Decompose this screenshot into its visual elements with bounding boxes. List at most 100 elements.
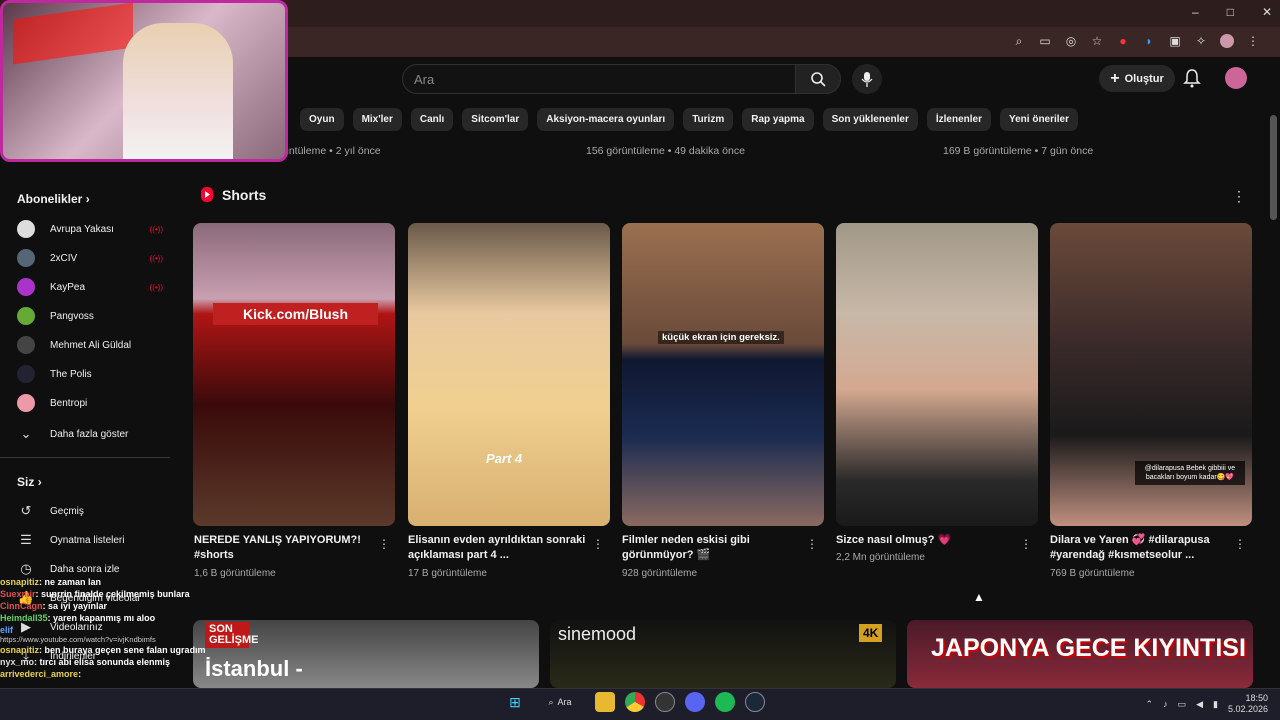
github-icon[interactable] (655, 692, 675, 712)
short-thumbnail[interactable]: Kick.com/Blush (193, 223, 395, 526)
channel-avatar (17, 336, 35, 354)
filter-chip[interactable]: Mix'ler (352, 108, 402, 131)
steam-icon[interactable] (745, 692, 765, 712)
you-heading[interactable]: Siz › (17, 475, 42, 489)
filter-chip[interactable]: Son yüklenenler (822, 108, 918, 131)
channel-brand-text: sinemood (558, 624, 637, 644)
extension-red-icon[interactable]: ● (1116, 34, 1130, 48)
discord-icon[interactable] (685, 692, 705, 712)
more-options-icon[interactable]: ⋮ (1020, 537, 1032, 551)
channel-avatar (17, 249, 35, 267)
chat-username: nyx_mo (0, 657, 35, 667)
short-title[interactable]: Dilara ve Yaren 💞 #dilarapusa #yarendağ … (1050, 533, 1230, 563)
short-title[interactable]: NEREDE YANLIŞ YAPIYORUM?! #shorts (194, 533, 374, 563)
close-button[interactable]: ✕ (1262, 5, 1272, 19)
voice-search-button[interactable] (852, 64, 882, 94)
more-options-icon[interactable]: ⋮ (806, 537, 818, 551)
short-thumbnail[interactable] (836, 223, 1038, 526)
create-button[interactable]: + Oluştur (1099, 65, 1175, 92)
battery-icon[interactable]: ▮ (1213, 699, 1218, 710)
filter-chip[interactable]: Sitcom'lar (462, 108, 529, 131)
short-title[interactable]: Sizce nasıl olmuş? 💗 (836, 533, 1016, 548)
maximize-button[interactable]: □ (1227, 5, 1234, 19)
system-tray: ⌃ ♪ ▭ ◀ ▮ 18:50 5.02.2026 (1146, 693, 1268, 715)
thumbnail-overlay-text: Part 4 (486, 451, 523, 466)
video-meta: üntüleme • 2 yıl önce (283, 145, 381, 157)
bell-icon (1183, 69, 1201, 88)
scrollbar[interactable] (1270, 115, 1277, 220)
subscription-item[interactable]: 2xCIV ((•)) (17, 248, 163, 268)
live-indicator-icon: ((•)) (149, 253, 163, 263)
eye-off-icon[interactable]: ◎ (1064, 34, 1078, 48)
subscription-item[interactable]: Bentropi (17, 393, 157, 413)
extensions-puzzle-icon[interactable]: ✧ (1194, 34, 1208, 48)
thumbnail-overlay-text: JAPONYA GECE KIYINTISI (931, 634, 1246, 662)
cast-icon[interactable]: ▭ (1038, 34, 1052, 48)
shorts-logo-icon (201, 187, 213, 202)
filter-chip[interactable]: Yeni öneriler (999, 108, 1079, 131)
chat-username: CinnCagn (0, 601, 43, 611)
microphone-icon (861, 71, 873, 87)
filter-chip[interactable]: Canlı (410, 108, 454, 131)
search-input[interactable]: Ara (414, 72, 434, 87)
you-item[interactable]: ↺ Geçmiş (17, 501, 157, 521)
search-box[interactable] (402, 64, 796, 94)
chat-text: : sa iyi yayınlar (42, 601, 108, 611)
chat-message: nyx_mo: tırcı abi elisa sonunda elenmiş (0, 656, 300, 668)
chevron-up-icon[interactable]: ⌃ (1146, 699, 1154, 710)
subscription-item[interactable]: Avrupa Yakası ((•)) (17, 219, 163, 239)
minimize-button[interactable]: – (1192, 5, 1199, 19)
filter-chip[interactable]: Oyun (300, 108, 344, 131)
short-title[interactable]: Filmler neden eskisi gibi görünmüyor? 🎬 (622, 533, 802, 563)
subscription-item[interactable]: KayPea ((•)) (17, 277, 163, 297)
filter-chip[interactable]: İzlenenler (926, 108, 991, 131)
show-more-button[interactable]: ⌄ Daha fazla göster (17, 424, 157, 444)
video-thumbnail[interactable]: JAPONYA GECE KIYINTISI (907, 620, 1253, 688)
channel-avatar (17, 278, 35, 296)
extension-audio-icon[interactable]: ◗ (1142, 34, 1156, 48)
search-icon (811, 72, 826, 87)
more-options-icon[interactable]: ⋮ (1234, 537, 1246, 551)
network-icon[interactable]: ▭ (1178, 699, 1187, 710)
short-title[interactable]: Elisanın evden ayrıldıktan sonraki açıkl… (408, 533, 588, 563)
chat-username: osnapitiz (0, 577, 40, 587)
clock[interactable]: 18:50 5.02.2026 (1228, 693, 1268, 715)
video-thumbnail[interactable]: sinemood 4K (550, 620, 896, 688)
chat-message: arrivederci_amore: (0, 668, 300, 680)
you-item[interactable]: ☰ Oynatma listeleri (17, 530, 157, 550)
short-thumbnail[interactable]: Part 4 (408, 223, 610, 526)
subscription-item[interactable]: Pangvoss (17, 306, 157, 326)
subscription-label: 2xCIV (50, 252, 78, 264)
filter-chip[interactable]: Turizm (683, 108, 734, 131)
short-thumbnail[interactable]: @dilarapusa Bebek gibbiii ve bacakları b… (1050, 223, 1252, 526)
speaker-icon[interactable]: ◀ (1196, 699, 1203, 710)
chat-text: : (78, 669, 82, 679)
subscription-label: The Polis (50, 368, 92, 380)
subscriptions-heading[interactable]: Abonelikler › (17, 192, 90, 206)
bookmark-star-icon[interactable]: ☆ (1090, 34, 1104, 48)
more-options-icon[interactable]: ⋮ (378, 537, 390, 551)
zoom-icon[interactable]: ⌕ (1012, 34, 1026, 48)
file-explorer-icon[interactable] (595, 692, 615, 712)
more-options-icon[interactable]: ⋮ (592, 537, 604, 551)
subscription-item[interactable]: Mehmet Ali Güldal (17, 335, 157, 355)
taskbar-search[interactable]: ⌕ Ara (535, 692, 585, 712)
account-avatar[interactable] (1225, 67, 1247, 89)
chrome-icon[interactable] (625, 692, 645, 712)
subscription-label: Pangvoss (50, 310, 94, 322)
profile-icon[interactable] (1220, 34, 1234, 48)
search-button[interactable] (795, 64, 841, 94)
short-thumbnail[interactable]: küçük ekran için gereksiz. (622, 223, 824, 526)
notifications-button[interactable] (1183, 68, 1201, 93)
spotify-icon[interactable] (715, 692, 735, 712)
subscription-item[interactable]: The Polis (17, 364, 157, 384)
browser-menu-icon[interactable]: ⋮ (1246, 34, 1260, 48)
extension-icon[interactable]: ▣ (1168, 34, 1182, 48)
filter-chip[interactable]: Rap yapma (742, 108, 814, 131)
more-options-icon[interactable]: ⋮ (1232, 188, 1246, 205)
shorts-heading: Shorts (200, 186, 266, 203)
filter-chip[interactable]: Aksiyon-macera oyunları (537, 108, 675, 131)
microphone-icon[interactable]: ♪ (1163, 699, 1168, 709)
chat-message: osnapitiz: ne zaman lan (0, 576, 300, 588)
windows-start-icon[interactable]: ⊞ (505, 692, 525, 712)
